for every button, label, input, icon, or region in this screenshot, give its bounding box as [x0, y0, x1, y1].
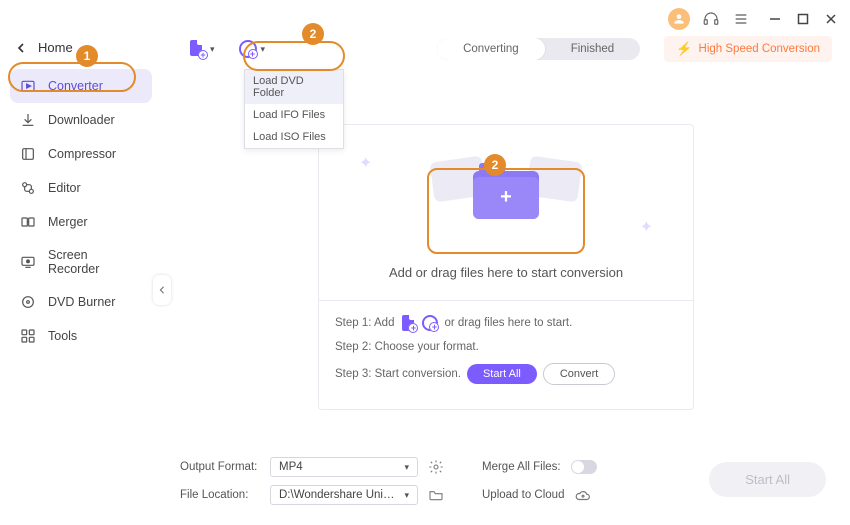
folder-icon: +	[473, 171, 539, 219]
dvd-menu-load-iso-files[interactable]: Load ISO Files	[245, 126, 343, 148]
back-icon[interactable]	[16, 43, 26, 53]
tools-icon	[20, 328, 36, 344]
sidebar-item-screen-recorder[interactable]: Screen Recorder	[10, 239, 152, 285]
editor-icon	[20, 180, 36, 196]
add-dvd-icon	[239, 40, 257, 58]
chevron-down-icon: ▾	[404, 490, 409, 501]
sidebar-item-tools[interactable]: Tools	[10, 319, 152, 353]
drop-text: Add or drag files here to start conversi…	[319, 265, 693, 300]
add-file-button[interactable]: + ▾	[180, 34, 223, 64]
home-label: Home	[38, 40, 73, 55]
sidebar-item-editor[interactable]: Editor	[10, 171, 152, 205]
steps-panel: Step 1: Add + or drag files here to star…	[319, 300, 693, 409]
add-dvd-icon[interactable]	[422, 315, 438, 331]
dvd-menu-load-dvd-folder[interactable]: Load DVD Folder	[245, 70, 343, 104]
converter-icon	[20, 78, 36, 94]
output-format-label: Output Format:	[180, 461, 260, 473]
chevron-down-icon: ▾	[404, 462, 409, 473]
hsc-label: High Speed Conversion	[699, 43, 820, 55]
merge-toggle[interactable]	[571, 460, 597, 474]
tab-converting[interactable]: Converting	[437, 38, 545, 60]
sidebar-item-compressor[interactable]: Compressor	[10, 137, 152, 171]
merger-icon	[20, 214, 36, 230]
add-file-icon[interactable]: +	[400, 315, 416, 331]
sidebar-item-label: Editor	[48, 181, 81, 195]
toolbar: + ▾ ▾ Converting Finished ⚡ High Speed C…	[180, 34, 832, 64]
drop-panel: ✦ ✦ + Add or drag files here to start co…	[318, 124, 694, 410]
headset-icon[interactable]	[702, 10, 720, 28]
sidebar-item-dvd-burner[interactable]: DVD Burner	[10, 285, 152, 319]
step-1: Step 1: Add + or drag files here to star…	[335, 315, 677, 331]
sidebar: Home Converter Downloader Compressor Edi…	[0, 0, 162, 525]
sidebar-item-label: DVD Burner	[48, 295, 115, 309]
tab-finished[interactable]: Finished	[545, 38, 640, 60]
merge-label: Merge All Files:	[482, 461, 561, 473]
sidebar-item-downloader[interactable]: Downloader	[10, 103, 152, 137]
file-location-select[interactable]: D:\Wondershare UniConverter 1 ▾	[270, 485, 418, 505]
dvd-burner-icon	[20, 294, 36, 310]
sidebar-item-label: Merger	[48, 215, 88, 229]
open-folder-icon[interactable]	[428, 487, 444, 503]
bolt-icon: ⚡	[676, 41, 692, 57]
dvd-menu-load-ifo-files[interactable]: Load IFO Files	[245, 104, 343, 126]
high-speed-conversion-badge[interactable]: ⚡ High Speed Conversion	[664, 36, 832, 62]
window-minimize[interactable]	[768, 12, 782, 26]
tab-switch: Converting Finished	[437, 38, 640, 60]
settings-icon[interactable]	[428, 459, 444, 475]
window-close[interactable]	[824, 12, 838, 26]
sidebar-item-label: Compressor	[48, 147, 116, 161]
chevron-down-icon: ▾	[210, 44, 215, 55]
home-header[interactable]: Home	[10, 40, 152, 69]
sidebar-item-label: Screen Recorder	[48, 248, 142, 276]
sidebar-item-label: Downloader	[48, 113, 115, 127]
add-file-icon: +	[188, 40, 206, 58]
output-format-select[interactable]: MP4 ▾	[270, 457, 418, 477]
window-maximize[interactable]	[796, 12, 810, 26]
start-all-button[interactable]: Start All	[709, 462, 826, 497]
sidebar-item-converter[interactable]: Converter	[10, 69, 152, 103]
downloader-icon	[20, 112, 36, 128]
menu-icon[interactable]	[732, 10, 750, 28]
compressor-icon	[20, 146, 36, 162]
sidebar-item-label: Tools	[48, 329, 77, 343]
sidebar-item-label: Converter	[48, 79, 103, 93]
add-dvd-button[interactable]: ▾	[231, 34, 274, 64]
upload-label: Upload to Cloud	[482, 489, 564, 501]
chevron-down-icon: ▾	[261, 44, 266, 55]
drop-illustration[interactable]: ✦ ✦ +	[319, 125, 693, 265]
sidebar-item-merger[interactable]: Merger	[10, 205, 152, 239]
file-location-label: File Location:	[180, 489, 260, 501]
convert-button[interactable]: Convert	[543, 363, 616, 385]
user-avatar[interactable]	[668, 8, 690, 30]
start-all-button-small[interactable]: Start All	[467, 364, 537, 384]
step-2: Step 2: Choose your format.	[335, 341, 677, 353]
cloud-icon[interactable]	[574, 488, 592, 502]
screen-recorder-icon	[20, 254, 36, 270]
sidebar-collapse-handle[interactable]	[153, 275, 171, 305]
dvd-dropdown-menu: Load DVD Folder Load IFO Files Load ISO …	[244, 69, 344, 149]
step-3: Step 3: Start conversion. Start All Conv…	[335, 363, 677, 385]
